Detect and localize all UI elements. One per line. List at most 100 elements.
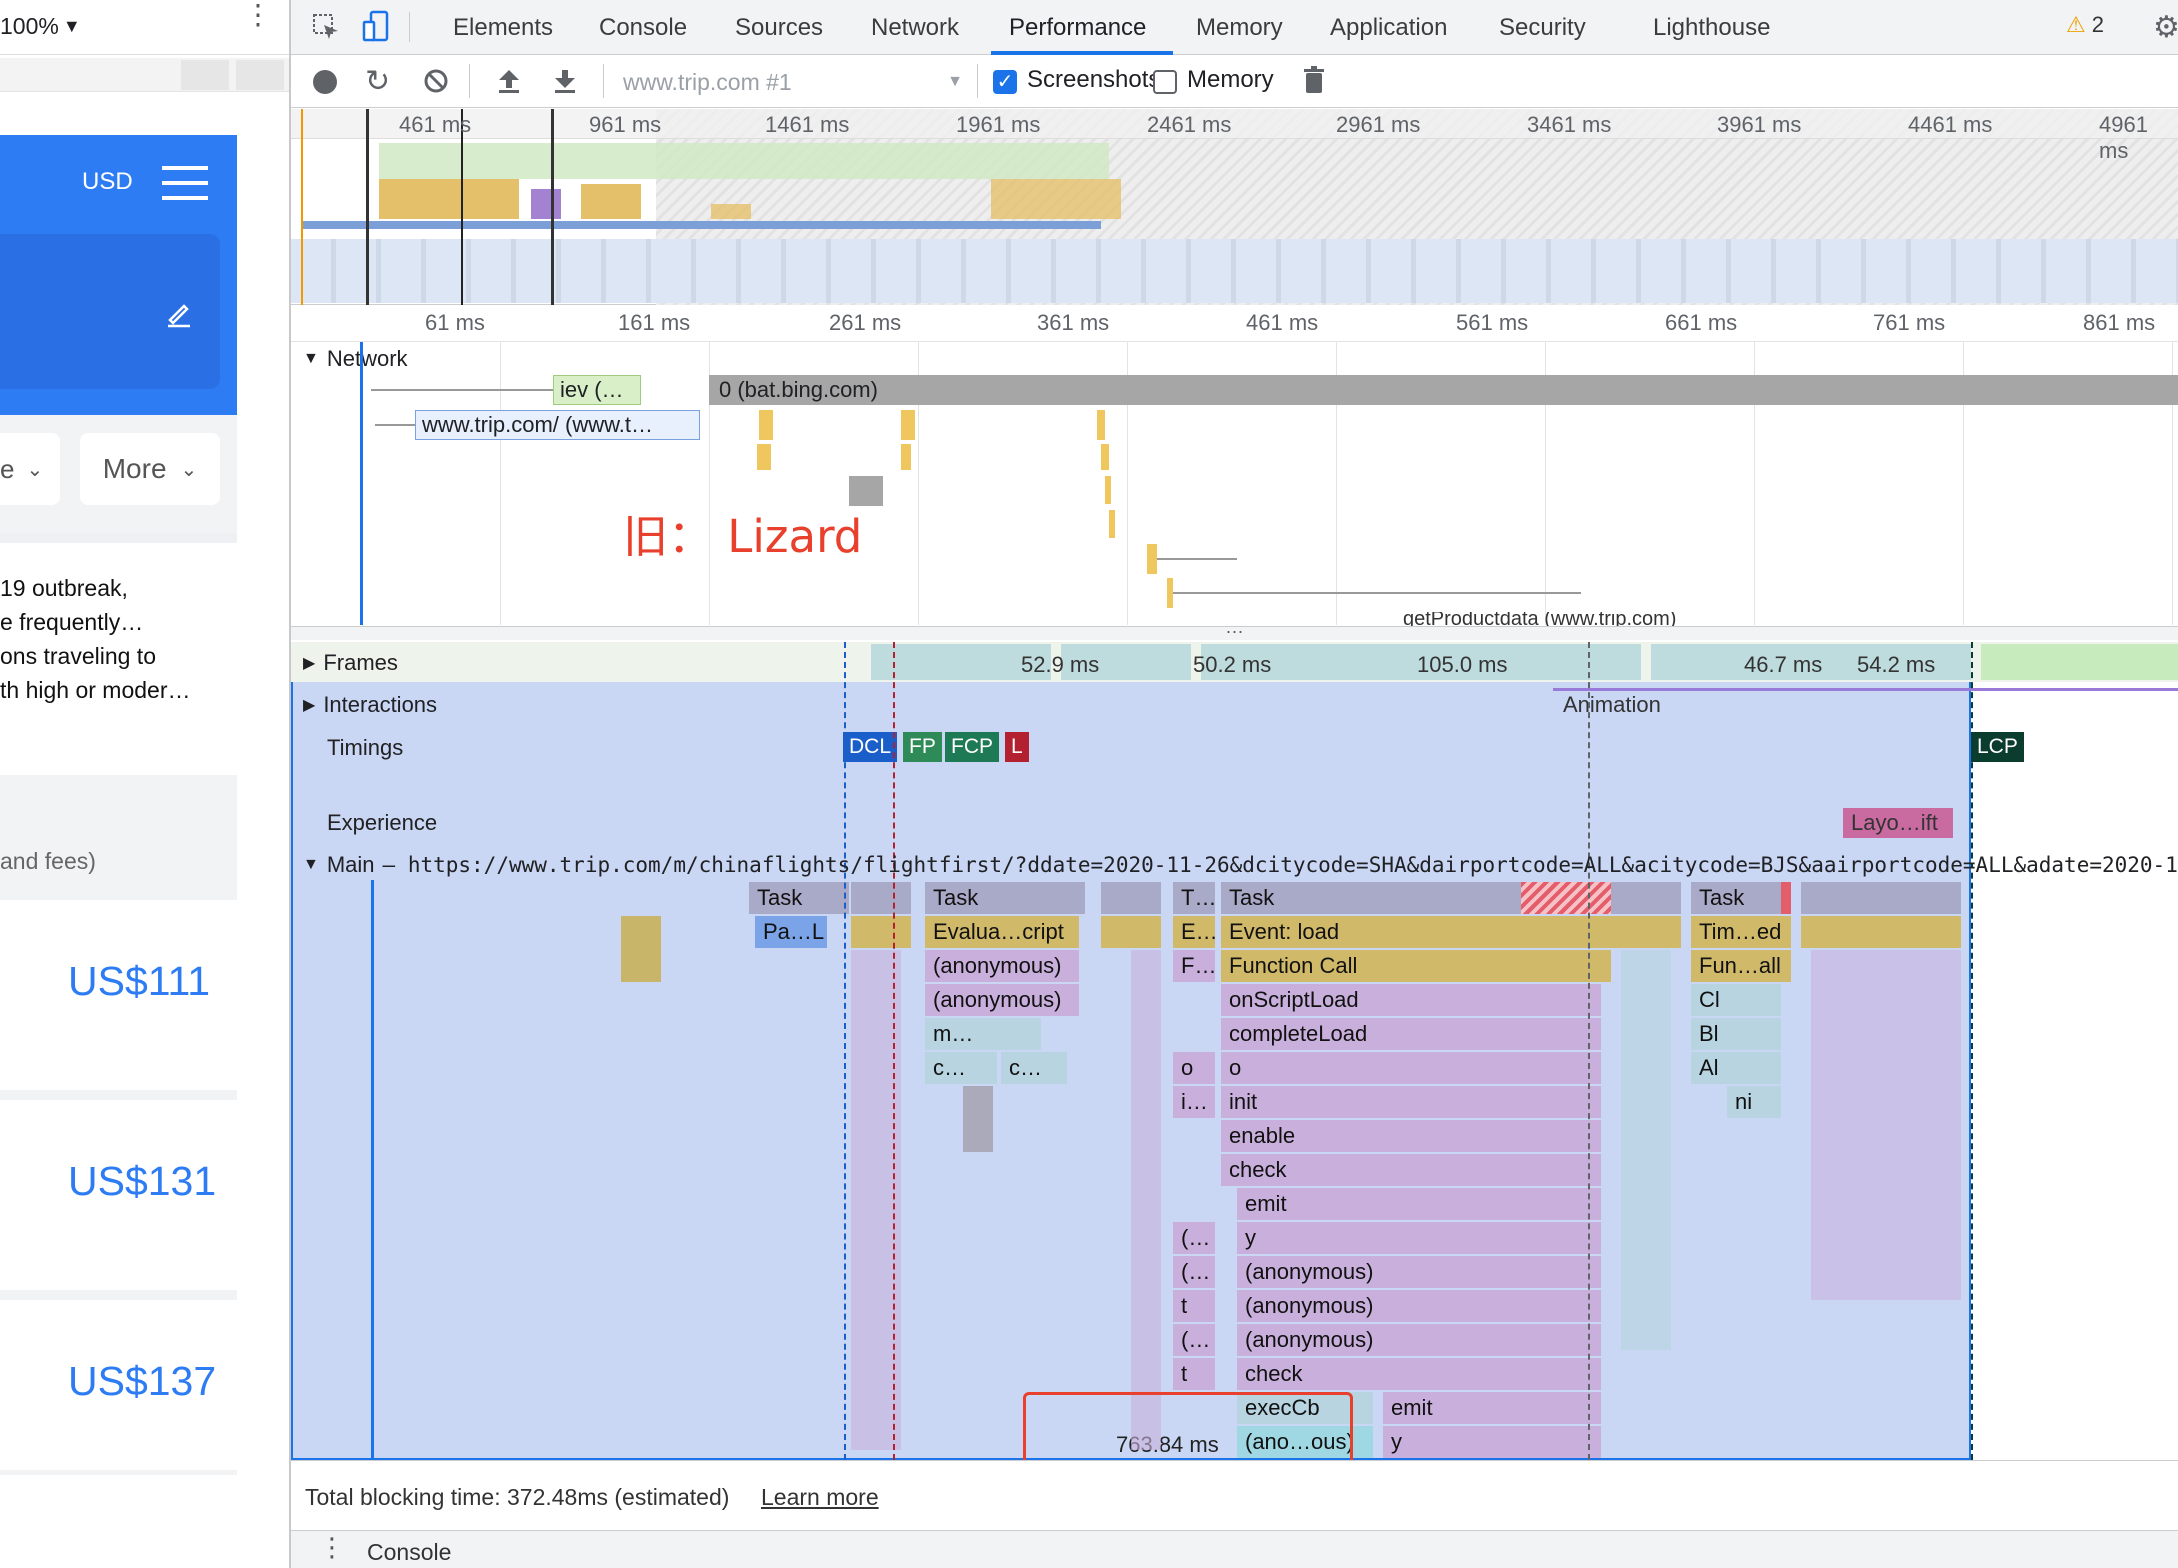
flame-task[interactable]: Task xyxy=(749,882,849,914)
lcp-marker[interactable]: LCP xyxy=(1971,732,2024,762)
tab-console[interactable]: Console xyxy=(599,0,687,55)
timeline-overview[interactable] xyxy=(291,109,2178,305)
edit-pencil-icon[interactable] xyxy=(164,298,194,328)
drawer-tab-console[interactable]: Console xyxy=(367,1539,451,1566)
reload-icon[interactable]: ↻ xyxy=(365,64,390,99)
flame-event[interactable]: init xyxy=(1221,1086,1601,1118)
tab-elements[interactable]: Elements xyxy=(453,0,553,55)
zoom-select[interactable]: 100% ▼ xyxy=(0,10,81,42)
network-request[interactable]: getProductdata (www.trip.com) xyxy=(1403,612,1763,626)
flame-event[interactable]: (anonymous) xyxy=(1237,1324,1601,1356)
screenshots-checkbox[interactable]: ✓ xyxy=(993,70,1017,94)
flame-event[interactable]: check xyxy=(1221,1154,1601,1186)
flame-event[interactable]: t xyxy=(1173,1290,1215,1322)
drawer-menu-icon[interactable]: ⋮ xyxy=(319,1532,345,1563)
flame-event[interactable]: F… xyxy=(1173,950,1215,982)
flame-event[interactable]: c… xyxy=(925,1052,997,1084)
flame-event[interactable]: emit xyxy=(1237,1188,1601,1220)
animation-interaction-label: Animation xyxy=(1563,692,1661,717)
fp-marker[interactable]: FP xyxy=(903,732,942,762)
tab-sources[interactable]: Sources xyxy=(735,0,823,55)
flame-event[interactable]: onScriptLoad xyxy=(1221,984,1601,1016)
flame-sliver xyxy=(1611,882,1681,914)
interactions-track-toggle[interactable]: ▶ Interactions xyxy=(303,692,437,718)
network-request[interactable]: www.trip.com/ (www.t… xyxy=(415,410,700,440)
flame-event[interactable]: o xyxy=(1221,1052,1601,1084)
download-profile-icon[interactable] xyxy=(553,68,577,94)
frames-track-toggle[interactable]: ▶ Frames xyxy=(303,650,398,676)
flame-event[interactable]: (… xyxy=(1173,1256,1215,1288)
flame-event[interactable]: Bl xyxy=(1691,1018,1781,1050)
collect-garbage-icon[interactable] xyxy=(1303,66,1325,94)
learn-more-link[interactable]: Learn more xyxy=(761,1484,879,1511)
flame-event[interactable]: emit xyxy=(1383,1392,1601,1424)
layout-shift-event[interactable]: Layo…ift xyxy=(1843,808,1953,838)
flame-event[interactable]: Tim…ed xyxy=(1691,916,1791,948)
flame-event[interactable]: Al xyxy=(1691,1052,1781,1084)
currency-selector[interactable]: USD xyxy=(82,168,133,196)
flame-event[interactable]: Pa…L xyxy=(755,916,827,948)
flight-price: US$137 xyxy=(68,1358,217,1404)
upload-profile-icon[interactable] xyxy=(497,68,521,94)
flame-event[interactable]: (anonymous) xyxy=(1237,1290,1601,1322)
flame-task[interactable]: Task xyxy=(1691,882,1781,914)
overview-window-left-handle[interactable] xyxy=(366,109,369,305)
flame-event[interactable]: check xyxy=(1237,1358,1601,1390)
flame-event[interactable]: o xyxy=(1173,1052,1215,1084)
tab-network[interactable]: Network xyxy=(871,0,959,55)
flame-event[interactable]: Evalua…cript xyxy=(925,916,1079,948)
network-request[interactable]: iev (… xyxy=(553,375,641,405)
flame-task[interactable]: T… xyxy=(1173,882,1215,914)
tab-memory[interactable]: Memory xyxy=(1196,0,1283,55)
inspect-element-icon[interactable] xyxy=(311,12,341,42)
flame-event[interactable]: y xyxy=(1237,1222,1601,1254)
main-track-toggle[interactable]: ▼ Main — https://www.trip.com/m/chinafli… xyxy=(303,852,2178,878)
clear-icon[interactable] xyxy=(423,68,449,94)
dcl-marker[interactable]: DCL xyxy=(843,732,898,762)
tab-application[interactable]: Application xyxy=(1330,0,1447,55)
flame-event[interactable]: Function Call xyxy=(1221,950,1611,982)
network-request[interactable]: 0 (bat.bing.com) xyxy=(709,375,2178,405)
tab-performance[interactable]: Performance xyxy=(1009,0,1146,55)
settings-gear-icon[interactable]: ⚙ xyxy=(2153,10,2178,45)
frame-bar[interactable] xyxy=(1981,644,2178,680)
hamburger-menu-icon[interactable] xyxy=(162,166,208,200)
flame-event[interactable]: (anonymous) xyxy=(1237,1256,1601,1288)
memory-checkbox[interactable] xyxy=(1153,70,1177,94)
screenshot-strip xyxy=(291,239,2178,303)
flame-event[interactable]: m… xyxy=(925,1018,1041,1050)
flame-event[interactable]: (… xyxy=(1173,1222,1215,1254)
fcp-marker[interactable]: FCP xyxy=(945,732,999,762)
flame-event[interactable]: i… xyxy=(1173,1086,1215,1118)
record-icon[interactable] xyxy=(313,70,337,94)
filter-dropdown-partial[interactable]: e ⌄ xyxy=(0,433,60,505)
flame-event[interactable]: Event: load xyxy=(1221,916,1611,948)
overview-window-right-handle[interactable] xyxy=(551,109,554,305)
recording-select[interactable]: www.trip.com #1 ▼ xyxy=(623,66,963,98)
more-options-icon[interactable]: ⋮ xyxy=(244,1,272,29)
covid-notice[interactable]: 19 outbreak, e frequently… ons traveling… xyxy=(0,533,237,775)
load-marker[interactable]: L xyxy=(1005,732,1029,762)
panel-splitter[interactable]: ··· xyxy=(291,622,2178,640)
flame-event[interactable]: Fun…all xyxy=(1691,950,1791,982)
flame-event[interactable]: enable xyxy=(1221,1120,1601,1152)
tab-lighthouse[interactable]: Lighthouse xyxy=(1653,0,1770,55)
flame-event[interactable]: (anonymous) xyxy=(925,984,1079,1016)
flame-event[interactable]: y xyxy=(1383,1426,1601,1458)
flame-task[interactable]: Task xyxy=(1221,882,1521,914)
flame-event[interactable]: completeLoad xyxy=(1221,1018,1601,1050)
flame-event[interactable]: (… xyxy=(1173,1324,1215,1356)
flame-event[interactable]: Cl xyxy=(1691,984,1781,1016)
flame-event[interactable]: t xyxy=(1173,1358,1215,1390)
more-filter-button[interactable]: More ⌄ xyxy=(80,433,220,505)
warnings-counter[interactable]: ⚠ 2 xyxy=(2066,12,2104,38)
flame-event[interactable]: ni xyxy=(1727,1086,1781,1118)
flame-event[interactable]: c… xyxy=(1001,1052,1067,1084)
flame-event[interactable]: E… xyxy=(1173,916,1215,948)
flame-task[interactable]: Task xyxy=(925,882,1085,914)
network-track-toggle[interactable]: ▼ Network xyxy=(303,346,408,372)
device-toolbar-icon[interactable] xyxy=(361,10,391,44)
tab-security[interactable]: Security xyxy=(1499,0,1586,55)
overview-ruler xyxy=(291,109,2178,139)
flame-event[interactable]: (anonymous) xyxy=(925,950,1079,982)
